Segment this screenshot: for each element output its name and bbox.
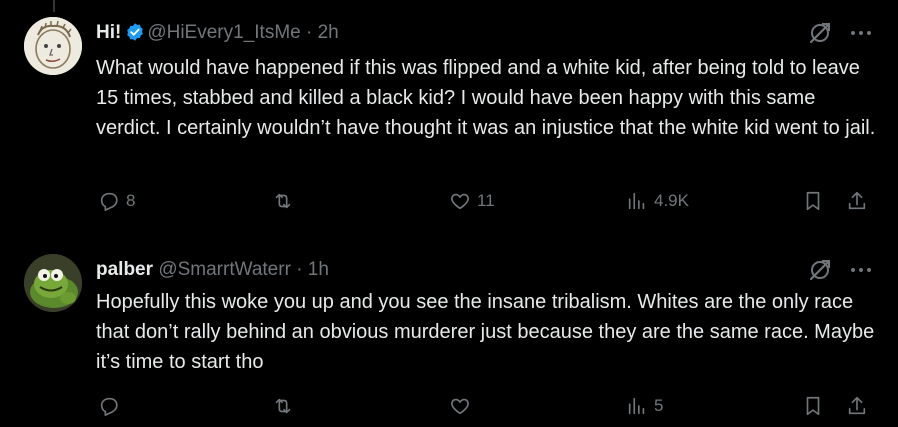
tweet[interactable]: palber @SmarrtWaterr · 1h Hopefully this…: [0, 240, 898, 427]
handle[interactable]: @SmarrtWaterr: [158, 259, 291, 280]
tweet-header: Hi! @HiEvery1_ItsMe · 2h: [96, 21, 339, 45]
view-count: 4.9K: [654, 191, 689, 210]
tweet-text: What would have happened if this was fli…: [96, 57, 876, 139]
retweet-icon: [275, 193, 291, 209]
grok-icon[interactable]: [808, 21, 832, 45]
reply-icon: [100, 397, 118, 416]
more-options-icon[interactable]: [850, 265, 872, 275]
views-button[interactable]: 4.9K: [626, 190, 689, 212]
bookmark-icon: [806, 396, 820, 416]
heart-icon: [451, 398, 469, 415]
tweet-top-actions: [808, 21, 872, 45]
reply-count: 8: [126, 191, 136, 210]
retweet-icon: [275, 398, 291, 414]
handle[interactable]: @HiEvery1_ItsMe: [147, 22, 300, 43]
reply-icon: [100, 192, 118, 211]
bookmark-button[interactable]: [802, 190, 824, 212]
kermit-icon: [24, 254, 82, 312]
views-chart-icon: [628, 192, 645, 210]
retweet-button[interactable]: [272, 190, 300, 212]
tweet[interactable]: Hi! @HiEvery1_ItsMe · 2h What would have …: [0, 0, 898, 240]
reply-button[interactable]: 8: [98, 190, 135, 212]
bookmark-icon: [806, 191, 820, 211]
display-name[interactable]: Hi!: [96, 22, 121, 43]
tweet-top-actions: [808, 258, 872, 282]
view-count: 5: [654, 396, 664, 415]
share-icon: [848, 396, 866, 415]
like-button[interactable]: [449, 395, 477, 417]
views-chart-icon: [628, 397, 645, 415]
timestamp[interactable]: · 1h: [296, 259, 329, 280]
views-button[interactable]: 5: [626, 395, 663, 417]
avatar[interactable]: [24, 254, 82, 312]
more-options-icon[interactable]: [850, 28, 872, 38]
share-icon: [848, 191, 866, 210]
tweet-actions: 5: [96, 395, 876, 425]
timestamp[interactable]: · 2h: [306, 22, 339, 43]
display-name[interactable]: palber: [96, 259, 153, 280]
tweet-actions: 8 11 4.9K: [96, 190, 876, 220]
reply-button[interactable]: [98, 395, 126, 417]
avatar[interactable]: [24, 17, 82, 75]
tweet-text: Hopefully this woke you up and you see t…: [96, 291, 875, 373]
like-count: 11: [477, 191, 495, 210]
doodle-face-icon: [24, 17, 82, 75]
tweet-header: palber @SmarrtWaterr · 1h: [96, 258, 329, 282]
verified-badge-icon: [125, 22, 145, 42]
share-button[interactable]: [846, 395, 868, 417]
like-button[interactable]: 11: [449, 190, 495, 212]
retweet-button[interactable]: [272, 395, 300, 417]
grok-icon[interactable]: [808, 258, 832, 282]
heart-icon: [451, 193, 469, 210]
bookmark-button[interactable]: [802, 395, 824, 417]
share-button[interactable]: [846, 190, 868, 212]
